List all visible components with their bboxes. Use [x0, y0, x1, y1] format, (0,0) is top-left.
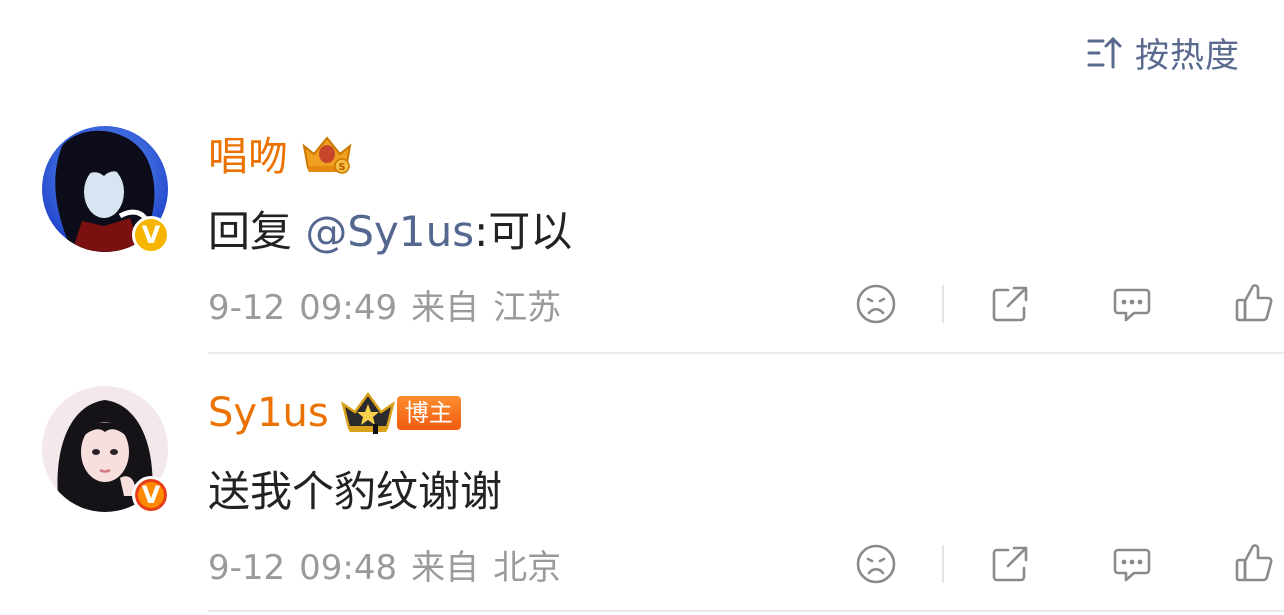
comment-actions	[852, 280, 1278, 328]
share-icon	[992, 286, 1028, 322]
thumbs-up-icon	[1235, 544, 1273, 582]
divider	[942, 545, 944, 583]
comment-divider	[208, 352, 1284, 354]
verified-letter: V	[141, 481, 161, 509]
sad-face-icon	[856, 544, 896, 584]
share-button[interactable]	[986, 540, 1034, 588]
like-button[interactable]	[1230, 280, 1278, 328]
comment-time: 09:48	[299, 548, 398, 588]
reply-button[interactable]	[1108, 540, 1156, 588]
verified-badge: V	[132, 476, 170, 514]
thumbs-up-icon	[1235, 284, 1273, 322]
comment-location: 江苏	[493, 288, 562, 328]
dislike-button[interactable]	[852, 540, 900, 588]
like-button[interactable]	[1230, 540, 1278, 588]
verified-badge: V	[132, 216, 170, 254]
avatar[interactable]: V	[42, 386, 170, 514]
user-name[interactable]: 唱吻	[208, 124, 288, 182]
verified-letter: V	[141, 221, 161, 249]
svg-text:S: S	[338, 162, 345, 173]
comment-source: 来自	[411, 548, 480, 588]
comment-date: 9-12	[208, 288, 286, 328]
reply-content: :可以	[474, 207, 573, 256]
comment-actions	[852, 540, 1278, 588]
comment-location: 北京	[493, 548, 562, 588]
comment-meta: 9-12 09:48 来自 北京	[208, 540, 575, 589]
user-name[interactable]: Sy1us	[208, 390, 329, 436]
mention-link[interactable]: @Sy1us	[305, 207, 474, 256]
reply-prefix: 回复	[208, 207, 306, 256]
comment-text: 回复 @Sy1us:可以	[208, 198, 572, 259]
sort-up-icon	[1087, 36, 1122, 68]
crown-star-icon	[340, 391, 395, 434]
comment-meta: 9-12 09:49 来自 江苏	[208, 280, 575, 329]
sort-by-hot-button[interactable]: 按热度	[1085, 28, 1240, 77]
divider	[942, 285, 944, 323]
crown-s-icon: S	[302, 136, 352, 174]
comment-date: 9-12	[208, 548, 286, 588]
avatar[interactable]: V	[42, 126, 170, 254]
dislike-button[interactable]	[852, 280, 900, 328]
comment-source: 来自	[411, 288, 480, 328]
name-row: 唱吻 S	[208, 128, 356, 180]
comment-icon	[1113, 548, 1151, 582]
share-button[interactable]	[986, 280, 1034, 328]
blogger-badge: 博主	[396, 396, 461, 430]
comment-icon	[1113, 288, 1151, 322]
name-row: Sy1us 博主	[208, 388, 461, 438]
comment-text: 送我个豹纹谢谢	[208, 467, 503, 516]
comment-divider	[208, 610, 1284, 612]
share-icon	[992, 546, 1028, 582]
comment-time: 09:49	[299, 288, 398, 328]
reply-button[interactable]	[1108, 280, 1156, 328]
sort-label: 按热度	[1135, 36, 1240, 76]
sad-face-icon	[856, 284, 896, 324]
